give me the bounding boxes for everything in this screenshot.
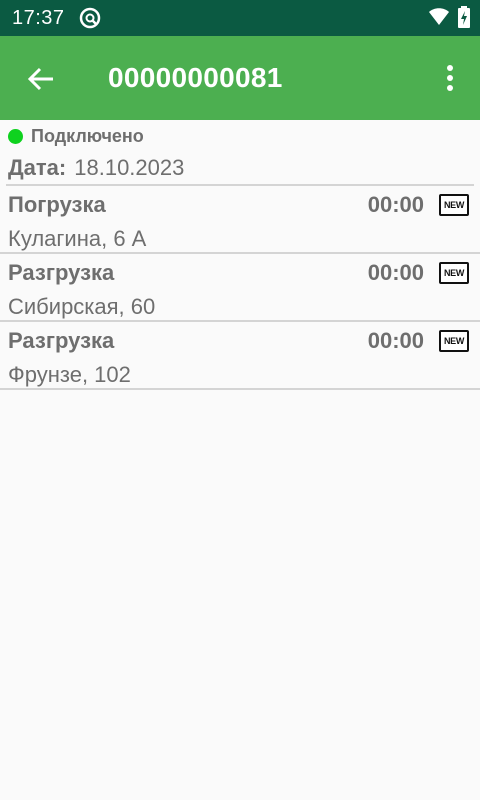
battery-charging-icon [458,6,470,33]
connection-indicator [8,128,23,144]
stop-list-item[interactable]: Погрузка 00:00 NEW Кулагина, 6 А [0,186,480,252]
stop-type: Разгрузка [8,260,115,285]
stop-list-item[interactable]: Разгрузка 00:00 NEW Сибирская, 60 [0,254,480,320]
stop-address: Сибирская, 60 [8,294,156,319]
stop-address: Фрунзе, 102 [8,362,131,387]
stop-time: 00:00 [367,328,424,353]
arrow-left-icon [27,67,53,91]
overflow-menu-button[interactable] [438,60,462,96]
wifi-icon [428,7,450,32]
new-badge-icon: NEW [439,330,469,352]
content: Подключено Дата: 18.10.2023 Погрузка 00:… [0,120,480,390]
new-badge-icon: NEW [439,262,469,284]
back-button[interactable] [20,58,62,100]
divider [0,388,480,390]
stop-list-item[interactable]: Разгрузка 00:00 NEW Фрунзе, 102 [0,322,480,388]
date-row: Дата: 18.10.2023 [0,152,480,184]
more-vert-icon [447,65,453,91]
stop-type: Разгрузка [8,328,115,353]
app-notification-icon [79,7,101,29]
stop-address: Кулагина, 6 А [8,226,147,251]
date-label: Дата: [8,155,67,180]
status-time: 17:37 [12,6,65,29]
connection-status: Подключено [0,120,480,152]
stop-time: 00:00 [367,192,424,217]
stop-type: Погрузка [8,192,106,217]
app-bar: 00000000081 [0,36,480,120]
stop-time: 00:00 [367,260,424,285]
status-bar: 17:37 [0,0,480,36]
connection-label: Подключено [31,125,144,146]
new-badge-icon: NEW [439,194,469,216]
page-title: 00000000081 [108,62,283,93]
date-value: 18.10.2023 [74,155,185,180]
